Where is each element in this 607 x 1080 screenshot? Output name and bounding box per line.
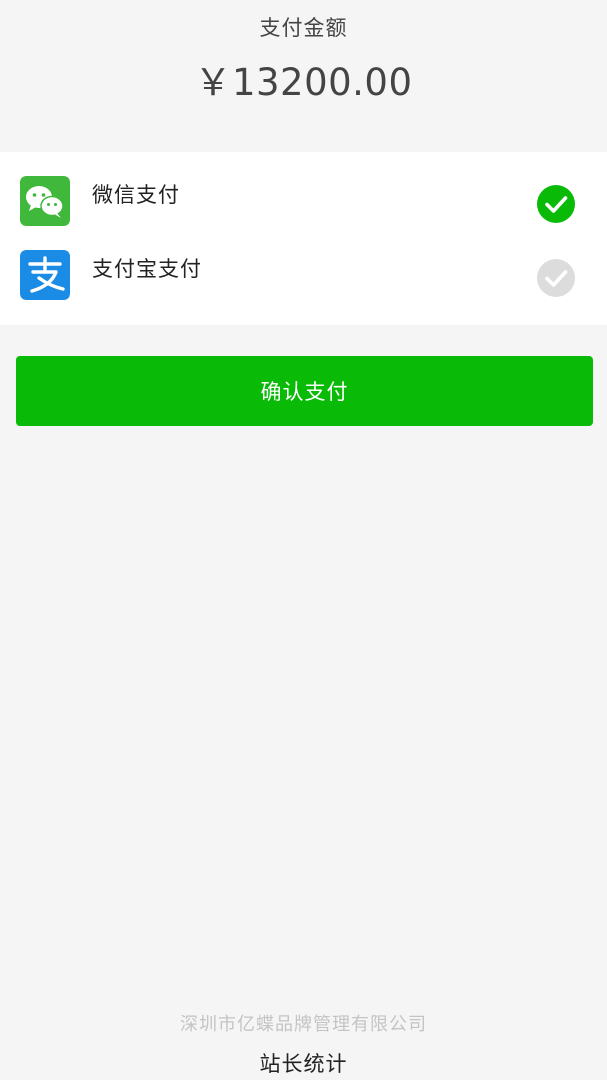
wechat-pay-label: 微信支付: [92, 183, 180, 207]
amount-value: ￥13200.00: [194, 61, 413, 104]
alipay-label: 支付宝支付: [92, 257, 202, 281]
alipay-icon: [20, 250, 70, 300]
wechat-pay-icon: [20, 176, 70, 226]
payment-method-alipay[interactable]: 支付宝支付: [0, 241, 607, 315]
footer-stats-link[interactable]: 站长统计: [0, 1048, 607, 1078]
payment-header: 支付金额 ￥13200.00: [0, 0, 607, 152]
confirm-pay-button[interactable]: 确认支付: [16, 356, 593, 426]
wechat-pay-selected-check-icon[interactable]: [536, 184, 576, 224]
payment-method-wechat[interactable]: 微信支付: [0, 167, 607, 241]
payment-method-list: 微信支付 支付宝支付: [0, 152, 607, 325]
footer-company-name: 深圳市亿蝶品牌管理有限公司: [180, 1014, 427, 1035]
amount-label: 支付金额: [259, 16, 348, 40]
alipay-unselected-check-icon[interactable]: [536, 258, 576, 298]
